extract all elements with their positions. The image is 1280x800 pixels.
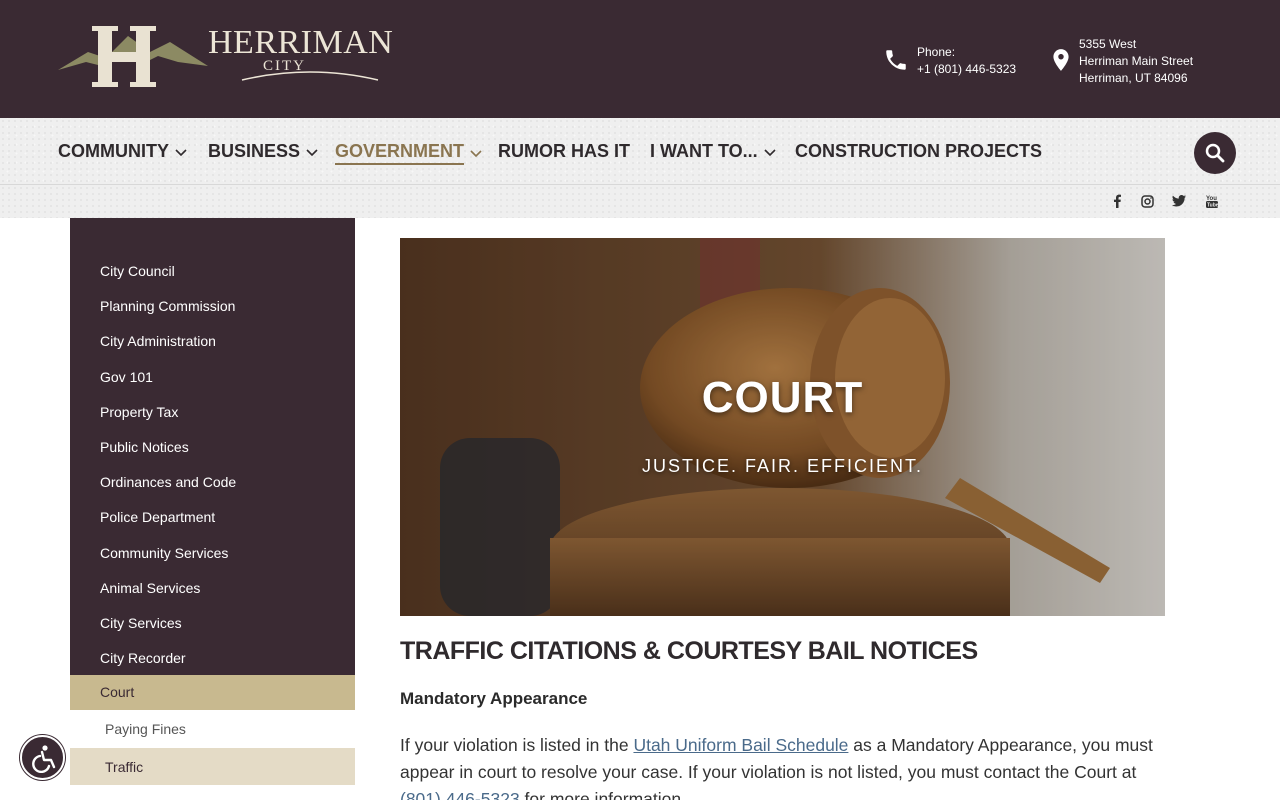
social-bar: You Tube xyxy=(0,185,1280,218)
facebook-icon[interactable] xyxy=(1108,192,1126,210)
youtube-icon[interactable]: You Tube xyxy=(1203,192,1221,210)
sidebar-subitem-label: Traffic xyxy=(105,759,144,775)
address-line-1: 5355 West xyxy=(1079,37,1137,51)
logo-mountain-h-icon xyxy=(58,26,208,87)
nav-rumor-label: RUMOR HAS IT xyxy=(498,141,630,161)
nav-business-label: BUSINESS xyxy=(208,141,301,161)
sidebar-subitem-traffic[interactable]: Traffic xyxy=(70,748,355,785)
hero-title: COURT xyxy=(701,373,864,422)
nav-construction-label: CONSTRUCTION PROJECTS xyxy=(795,141,1043,161)
sidebar-item-ordinances-and-code[interactable]: Ordinances and Code xyxy=(100,474,236,490)
para-text-1: If your violation is listed in the xyxy=(400,735,634,755)
sidebar-navigation: City Council Planning Commission City Ad… xyxy=(70,218,355,800)
subheading-mandatory-appearance: Mandatory Appearance xyxy=(400,689,588,708)
hero-banner: COURT JUSTICE. FAIR. EFFICIENT. xyxy=(400,238,1165,616)
court-phone-link[interactable]: (801) 446-5323 xyxy=(400,789,520,800)
nav-construction-projects[interactable]: CONSTRUCTION PROJECTS xyxy=(795,141,1042,162)
main-navigation: COMMUNITY BUSINESS GOVERNMENT RUMOR HAS … xyxy=(0,118,1280,185)
sidebar-item-police-department[interactable]: Police Department xyxy=(100,509,215,525)
sidebar-item-animal-services[interactable]: Animal Services xyxy=(100,580,200,596)
phone-label: Phone: xyxy=(917,45,956,59)
nav-rumor-has-it[interactable]: RUMOR HAS IT xyxy=(498,141,630,162)
address-line-2: Herriman Main Street xyxy=(1079,54,1194,68)
sidebar-item-court-label: Court xyxy=(100,684,135,700)
twitter-icon[interactable] xyxy=(1170,192,1188,210)
phone-number[interactable]: +1 (801) 446-5323 xyxy=(917,61,1016,78)
sidebar-item-property-tax[interactable]: Property Tax xyxy=(100,404,178,420)
svg-text:Tube: Tube xyxy=(1207,203,1218,209)
herriman-city-logo[interactable]: HERRIMAN CITY xyxy=(58,22,393,88)
sidebar-item-court[interactable]: Court xyxy=(70,675,355,710)
sidebar-subitem-label: Paying Fines xyxy=(105,721,186,737)
sidebar-item-city-recorder[interactable]: City Recorder xyxy=(100,650,186,666)
chevron-down-icon xyxy=(306,148,318,156)
accessibility-icon xyxy=(31,744,55,773)
search-button[interactable] xyxy=(1194,132,1236,174)
search-icon xyxy=(1205,143,1225,163)
sidebar-item-planning-commission[interactable]: Planning Commission xyxy=(100,298,235,314)
chevron-down-icon xyxy=(764,148,776,156)
sidebar-subitem-paying-fines[interactable]: Paying Fines xyxy=(70,710,355,747)
gavel-photo xyxy=(400,238,1165,616)
accessibility-button[interactable] xyxy=(20,735,65,780)
phone-icon xyxy=(886,50,906,70)
bail-schedule-link[interactable]: Utah Uniform Bail Schedule xyxy=(633,735,848,755)
chevron-down-icon xyxy=(175,148,187,156)
hero-subtitle: JUSTICE. FAIR. EFFICIENT. xyxy=(641,456,924,476)
body-paragraph: If your violation is listed in the Utah … xyxy=(400,732,1175,800)
sidebar-item-city-council[interactable]: City Council xyxy=(100,263,175,279)
address-line-3: Herriman, UT 84096 xyxy=(1079,71,1188,85)
chevron-down-icon xyxy=(470,150,482,158)
section-title: TRAFFIC CITATIONS & COURTESY BAIL NOTICE… xyxy=(400,637,978,665)
location-pin-icon xyxy=(1053,49,1069,71)
logo-swoosh-icon xyxy=(241,71,379,81)
nav-government-label: GOVERNMENT xyxy=(335,141,465,165)
sidebar-panel: City Council Planning Commission City Ad… xyxy=(70,218,355,710)
sidebar-item-community-services[interactable]: Community Services xyxy=(100,545,228,561)
logo-wordmark: HERRIMAN xyxy=(208,24,394,61)
nav-community-label: COMMUNITY xyxy=(58,141,169,161)
header-phone[interactable]: Phone: +1 (801) 446-5323 xyxy=(883,44,1016,78)
sidebar-item-gov-101[interactable]: Gov 101 xyxy=(100,369,153,385)
nav-government[interactable]: GOVERNMENT xyxy=(335,141,482,165)
site-header: HERRIMAN CITY Phone: +1 (801) 446-5323 5… xyxy=(0,0,1280,118)
sidebar-item-city-administration[interactable]: City Administration xyxy=(100,333,216,349)
nav-i-want-to[interactable]: I WANT TO... xyxy=(650,141,776,162)
nav-i-want-to-label: I WANT TO... xyxy=(650,141,758,161)
nav-business[interactable]: BUSINESS xyxy=(208,141,318,162)
nav-community[interactable]: COMMUNITY xyxy=(58,141,187,162)
para-text-3: for more information. xyxy=(519,789,686,800)
header-address[interactable]: 5355 West Herriman Main Street Herriman,… xyxy=(1048,36,1193,87)
sidebar-item-city-services[interactable]: City Services xyxy=(100,615,182,631)
sidebar-item-public-notices[interactable]: Public Notices xyxy=(100,439,189,455)
instagram-icon[interactable] xyxy=(1138,192,1156,210)
